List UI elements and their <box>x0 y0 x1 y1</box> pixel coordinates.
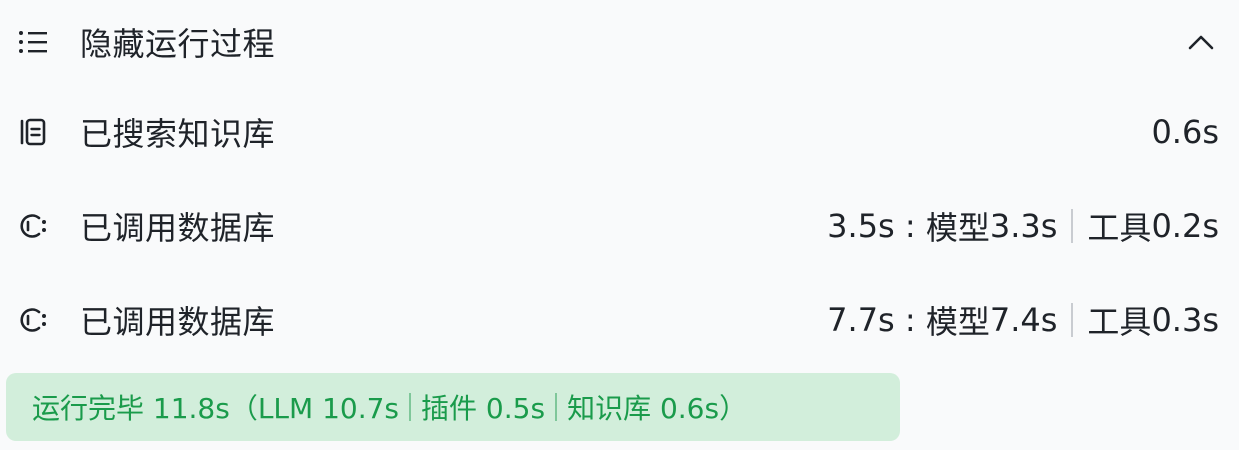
step-label: 已调用数据库 <box>80 303 276 341</box>
run-summary-badge: 运行完毕 11.8s（LLM 10.7s 插件 0.5s 知识库 0.6s） <box>6 373 900 441</box>
list-icon <box>14 23 52 61</box>
process-header-label: 隐藏运行过程 <box>80 25 276 63</box>
step-label: 已调用数据库 <box>80 209 276 247</box>
run-process-panel: 隐藏运行过程 已搜索知识库 0.6s 已调用数据库 3.5s: 模型 3.3s… <box>0 0 1239 450</box>
knowledge-base-icon <box>14 113 52 151</box>
divider <box>1071 209 1074 243</box>
step-item: 已搜索知识库 0.6s <box>14 104 1219 160</box>
colon-separator: : <box>894 207 926 245</box>
model-label: 模型 <box>925 209 990 247</box>
step-duration: 0.6s <box>1151 113 1219 151</box>
model-time: 7.4s <box>989 301 1058 339</box>
summary-plugin: 插件 0.5s <box>421 392 546 425</box>
tool-label: 工具 <box>1087 209 1152 247</box>
model-time: 3.3s <box>989 207 1058 245</box>
step-time: 0.6s <box>1151 113 1219 151</box>
step-item: 已调用数据库 7.7s : 模型 7.4s 工具 0.3s <box>14 292 1219 348</box>
model-label: 模型 <box>925 303 990 341</box>
divider <box>555 393 558 421</box>
step-label: 已搜索知识库 <box>80 115 276 153</box>
tool-label: 工具 <box>1087 303 1152 341</box>
tool-time: 0.3s <box>1151 301 1219 339</box>
database-call-icon <box>14 301 52 339</box>
step-time: 3.5s <box>827 207 895 245</box>
summary-prefix: 运行完毕 11.8s（LLM 10.7s <box>32 392 400 425</box>
divider <box>409 393 412 421</box>
summary-kb: 知识库 0.6s） <box>567 392 748 425</box>
divider <box>1071 303 1074 337</box>
colon-separator: : <box>894 301 926 339</box>
database-call-icon <box>14 207 52 245</box>
tool-time: 0.2s <box>1151 207 1219 245</box>
chevron-up-icon[interactable] <box>1181 22 1221 62</box>
step-time: 7.7s <box>827 301 895 339</box>
step-item: 已调用数据库 3.5s : 模型 3.3s 工具 0.2s <box>14 198 1219 254</box>
process-header[interactable]: 隐藏运行过程 <box>14 14 1219 70</box>
step-duration: 7.7s : 模型 7.4s 工具 0.3s <box>827 297 1219 343</box>
step-duration: 3.5s : 模型 3.3s 工具 0.2s <box>827 203 1219 249</box>
